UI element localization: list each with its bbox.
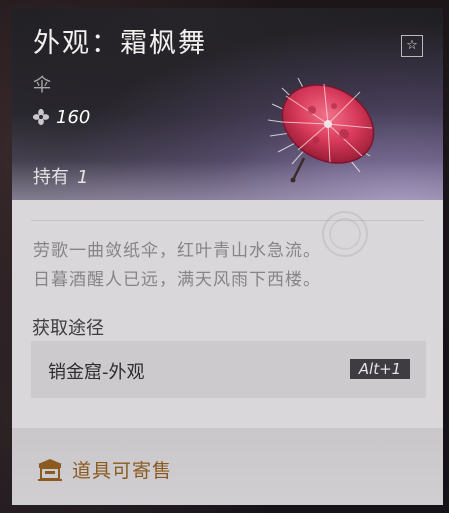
source-label: 销金窟-外观 [48,362,145,383]
acquisition-source-button[interactable]: 销金窟-外观 Alt+1 [31,341,426,398]
tooltip-footer: 道具可寄售 [12,428,443,505]
tradable-indicator: 道具可寄售 [36,456,172,483]
tradable-label: 道具可寄售 [72,460,173,482]
tooltip-header: 外观：霜枫舞 ☆ 伞 160 持有 1 [12,8,443,200]
hotkey-badge: Alt+1 [350,359,410,379]
item-title: 外观：霜枫舞 [33,28,207,59]
owned-count: 1 [77,167,89,188]
item-price: 160 [32,106,90,128]
item-tooltip-panel: 外观：霜枫舞 ☆ 伞 160 持有 1 劳歌一曲敛纸伞，红叶青山水急流。 日暮酒… [12,8,443,505]
star-outline-icon: ☆ [406,38,418,53]
favorite-button[interactable]: ☆ [401,35,423,57]
umbrella-item-image [267,77,375,183]
owned-label: 持有 [33,167,69,188]
price-value: 160 [56,106,91,128]
description-line-2: 日暮酒醒人已远，满天风雨下西楼。 [33,270,321,290]
flower-currency-icon [32,108,50,126]
item-description: 劳歌一曲敛纸伞，红叶青山水急流。 日暮酒醒人已远，满天风雨下西楼。 [33,237,321,295]
watermark-seal [322,211,368,257]
acquisition-section-label: 获取途径 [32,318,104,339]
description-line-1: 劳歌一曲敛纸伞，红叶青山水急流。 [33,241,321,261]
item-subtype: 伞 [33,75,51,96]
shop-stall-icon [38,458,62,481]
owned-count-row: 持有 1 [33,163,88,189]
